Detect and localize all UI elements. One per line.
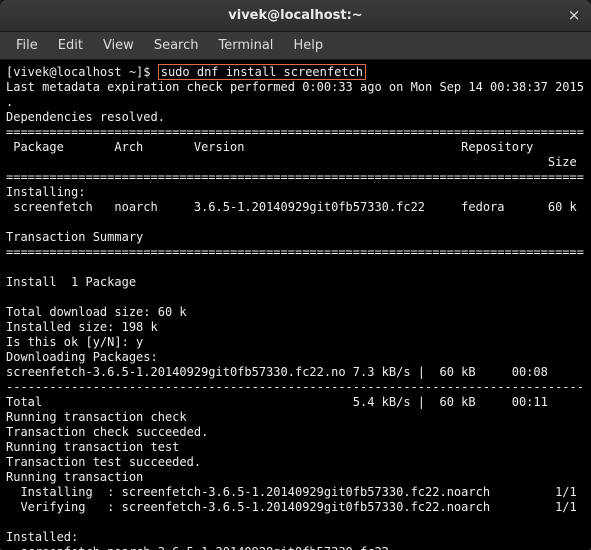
output-line: screenfetch-3.6.5-1.20140929git0fb57330.… [6,365,548,379]
output-line: . [6,95,13,109]
output-line: Transaction test succeeded. [6,455,201,469]
separator-line: ========================================… [6,245,584,259]
output-line: Is this ok [y/N]: y [6,335,143,349]
output-line: Installing: [6,185,85,199]
menu-search[interactable]: Search [144,34,209,57]
output-line: Installing : screenfetch-3.6.5-1.2014092… [6,485,577,499]
menu-file[interactable]: File [6,34,48,57]
menu-terminal[interactable]: Terminal [208,34,283,57]
output-line: Total 5.4 kB/s | 60 kB 00:11 [6,395,548,409]
table-header: Size [6,155,577,169]
output-line: Transaction Summary [6,230,143,244]
menu-edit[interactable]: Edit [48,34,93,57]
output-line: Total download size: 60 k [6,305,187,319]
output-line: Transaction check succeeded. [6,425,208,439]
close-icon[interactable]: × [565,7,583,25]
window-title: vivek@localhost:~ [228,8,362,23]
table-header: Package Arch Version Repository [6,140,533,154]
shell-prompt: [vivek@localhost ~]$ [6,65,158,79]
output-line: Install 1 Package [6,275,136,289]
table-row: screenfetch noarch 3.6.5-1.20140929git0f… [6,200,577,214]
separator-line: ========================================… [6,125,584,139]
output-line: screenfetch.noarch 3.6.5-1.20140929git0f… [6,545,389,550]
output-line: Running transaction test [6,440,179,454]
menubar: File Edit View Search Terminal Help [0,32,591,60]
output-line: Last metadata expiration check performed… [6,80,584,94]
terminal-window: vivek@localhost:~ × File Edit View Searc… [0,0,591,550]
highlighted-command: sudo dnf install screenfetch [158,64,366,80]
output-line: Running transaction [6,470,143,484]
titlebar: vivek@localhost:~ × [0,0,591,32]
output-line: Running transaction check [6,410,187,424]
menu-help[interactable]: Help [283,34,333,57]
output-line: Installed size: 198 k [6,320,158,334]
output-line: Verifying : screenfetch-3.6.5-1.20140929… [6,500,577,514]
separator-line: ========================================… [6,170,584,184]
separator-line: ----------------------------------------… [6,380,584,394]
output-line: Dependencies resolved. [6,110,165,124]
menu-view[interactable]: View [93,34,144,57]
output-line: Downloading Packages: [6,350,158,364]
output-line: Installed: [6,530,78,544]
terminal-output[interactable]: [vivek@localhost ~]$ sudo dnf install sc… [0,60,591,550]
